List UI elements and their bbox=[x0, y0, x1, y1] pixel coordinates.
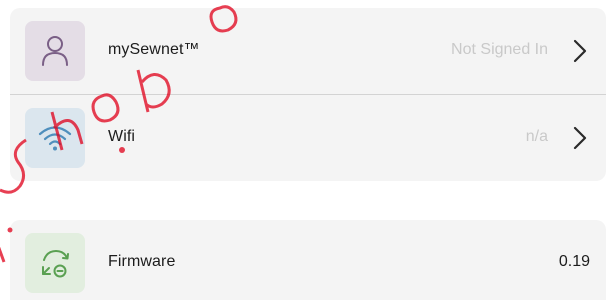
firmware-update-icon bbox=[25, 233, 85, 293]
account-row[interactable]: mySewnet™ Not Signed In bbox=[10, 8, 606, 94]
firmware-label: Firmware bbox=[108, 253, 176, 270]
firmware-card: Firmware 0.19 bbox=[10, 220, 606, 300]
account-label: mySewnet™ bbox=[108, 41, 200, 58]
wifi-label: Wifi bbox=[108, 128, 136, 145]
chevron-right-icon bbox=[573, 126, 587, 150]
chevron-right-icon bbox=[573, 39, 587, 63]
wifi-row[interactable]: Wifi n/a bbox=[10, 95, 606, 181]
firmware-version: 0.19 bbox=[558, 253, 590, 270]
wifi-status: n/a bbox=[525, 128, 548, 145]
account-status: Not Signed In bbox=[451, 41, 548, 58]
wifi-icon bbox=[25, 108, 85, 168]
firmware-row: Firmware 0.19 bbox=[10, 220, 606, 300]
connectivity-card: mySewnet™ Not Signed In Wifi n/a bbox=[10, 8, 606, 181]
user-icon bbox=[25, 21, 85, 81]
